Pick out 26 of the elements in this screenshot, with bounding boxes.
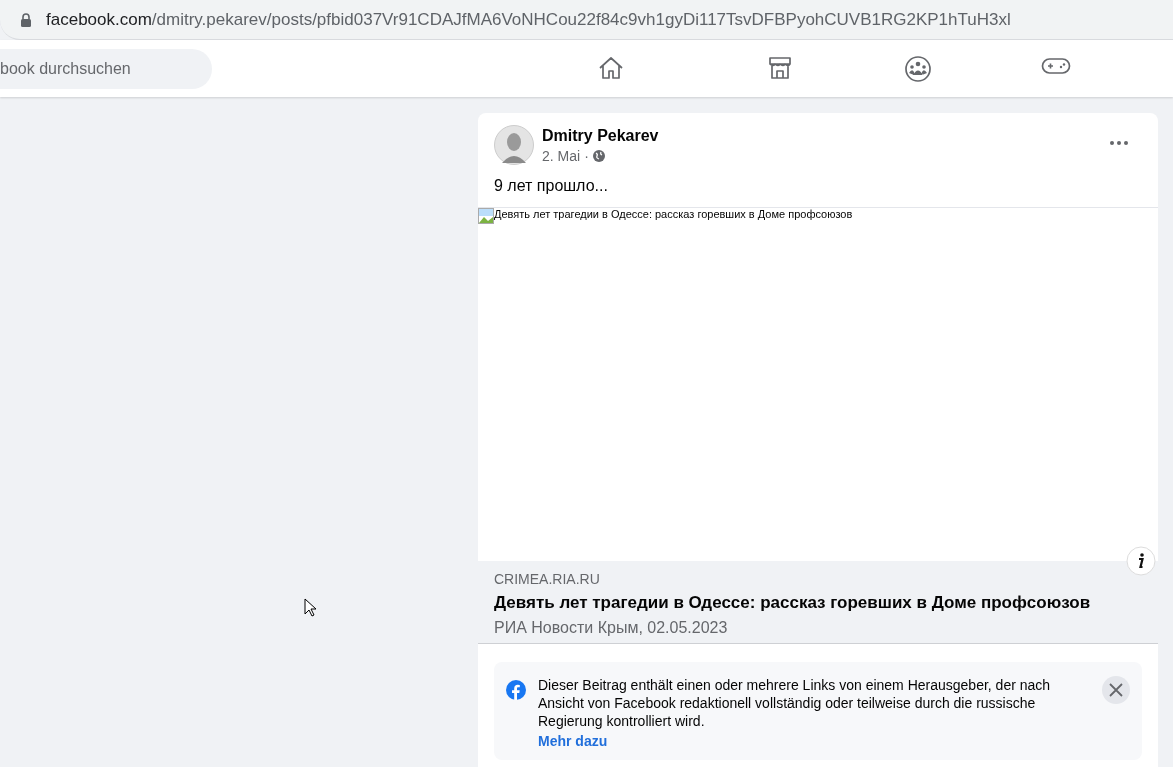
link-domain: CRIMEA.RIA.RU bbox=[494, 571, 601, 587]
link-preview[interactable]: CRIMEA.RIA.RU Девять лет трагедии в Одессе: рассказ горевших в Доме профсоюзов РИА Новости Крым, 02.05.2023 bbox=[478, 561, 1158, 644]
post-date[interactable]: 2. Mai bbox=[542, 147, 581, 164]
avatar-icon[interactable] bbox=[494, 125, 534, 165]
link-title: Девять лет трагедии в Одессе: рассказ горевших в Доме профсоюзов bbox=[494, 593, 1092, 613]
facebook-logo-icon bbox=[506, 680, 526, 700]
url-domain: facebook.com bbox=[46, 9, 152, 29]
notice-text: Dieser Beitrag enthält einen oder mehrere Links von einem Herausgeber, der nach Ansicht von Facebook redaktionell vollständig oder teilweise durch die russische Regierung kontrolliert wird. bbox=[538, 676, 1052, 730]
close-icon bbox=[1109, 683, 1123, 697]
mouse-pointer-icon bbox=[304, 598, 316, 617]
close-button[interactable] bbox=[1102, 676, 1130, 704]
info-icon[interactable] bbox=[1126, 546, 1156, 576]
groups-icon[interactable] bbox=[905, 55, 931, 82]
separator: · bbox=[584, 147, 589, 164]
more-options-icon[interactable] bbox=[1110, 141, 1128, 145]
post-text: 9 лет прошло... bbox=[493, 176, 609, 196]
url-path: /dmitry.pekarev/posts/pfbid037Vr91CDAJfMA6VoNHCou22f84c9vh1gyDi117TsvDFBPyohCUVB1RG2KP1hTuH3xl bbox=[151, 9, 1011, 29]
game-controller-icon[interactable] bbox=[1041, 55, 1071, 76]
link-source: РИА Новости Крым, 02.05.2023 bbox=[494, 619, 729, 637]
store-icon[interactable] bbox=[767, 55, 793, 80]
learn-more-link[interactable]: Mehr dazu bbox=[538, 732, 608, 750]
lock-icon bbox=[20, 12, 32, 27]
image-alt-text: Девять лет трагедии в Одессе: рассказ горевших в Доме профсоюзов bbox=[494, 208, 853, 220]
author-name[interactable]: Dmitry Pekarev bbox=[542, 126, 1102, 145]
search-field[interactable]: book durchsuchen bbox=[0, 48, 212, 89]
home-icon[interactable] bbox=[598, 55, 624, 80]
